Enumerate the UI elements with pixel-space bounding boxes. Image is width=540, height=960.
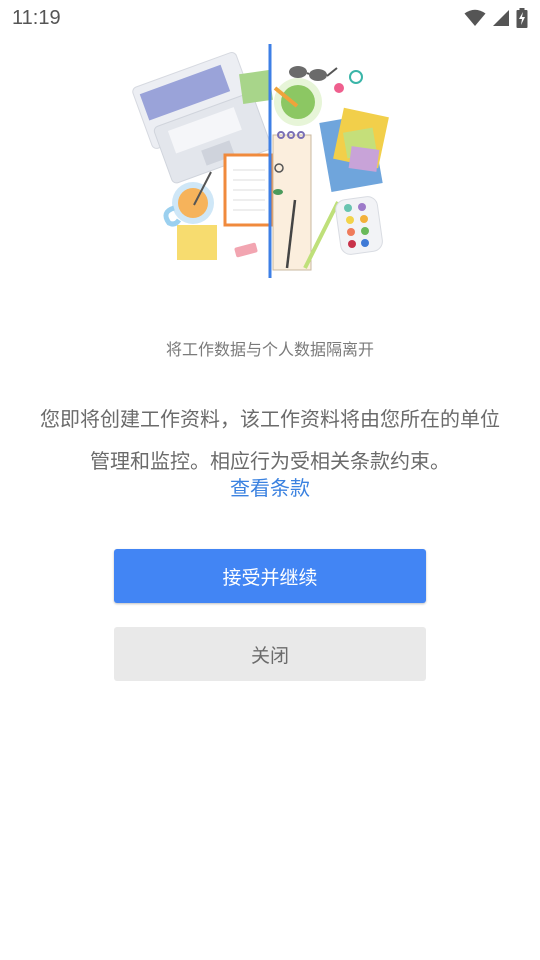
clip-illustration: [349, 70, 363, 84]
plate-illustration: [273, 78, 322, 126]
coffee-cup-illustration: [163, 171, 217, 260]
wifi-icon: [464, 9, 486, 26]
book-illustration: [319, 107, 389, 192]
illustration-caption: 将工作数据与个人数据隔离开: [165, 340, 374, 359]
close-button[interactable]: 关闭: [114, 627, 426, 681]
status-time: 11:19: [12, 6, 61, 29]
notebook-illustration: [223, 153, 273, 227]
work-profile-description: 您即将创建工作资料，该工作资料将由您所在的单位管理和监控。相应行为受相关条款约束…: [40, 407, 500, 473]
battery-charging-icon: [516, 8, 528, 28]
status-bar: 11:19: [0, 0, 540, 36]
sketchbook-illustration: [272, 131, 312, 271]
work-profile-illustration: [132, 44, 389, 278]
accept-and-continue-button[interactable]: 接受并继续: [114, 549, 426, 603]
paint-palette-illustration: [335, 196, 383, 255]
view-terms-link[interactable]: 查看条款: [0, 472, 540, 501]
signal-icon: [493, 10, 509, 26]
button-illustration: [334, 83, 344, 93]
eraser-illustration: [234, 242, 258, 258]
status-icons: [464, 8, 528, 28]
green-note-illustration: [239, 70, 273, 104]
